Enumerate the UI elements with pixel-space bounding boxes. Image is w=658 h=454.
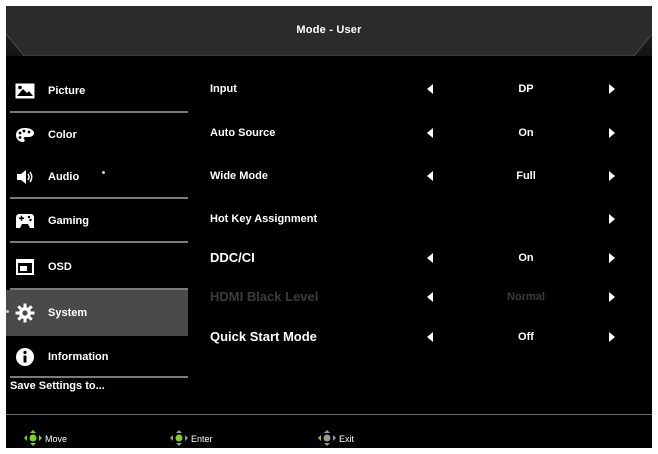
footer-move-label: Move (45, 434, 68, 444)
menu-value: DP (518, 83, 534, 95)
menu-label: Auto Source (210, 127, 276, 139)
footer-exit-label: Exit (339, 434, 355, 444)
arrow-right-icon[interactable] (609, 332, 615, 342)
sidebar-divider (10, 111, 188, 113)
sidebar-divider (10, 241, 188, 243)
arrow-right-icon[interactable] (609, 214, 615, 224)
menu-row-quick-start-mode[interactable]: Quick Start Mode Off (6, 327, 652, 347)
arrow-left-icon[interactable] (427, 128, 433, 138)
sidebar-item-label: Information (48, 351, 109, 363)
info-icon (14, 347, 36, 367)
cursor-dot (102, 171, 105, 174)
arrow-right-icon[interactable] (609, 84, 615, 94)
footer-enter-hint: Enter (170, 430, 213, 448)
arrow-right-icon[interactable] (609, 253, 615, 263)
arrow-left-icon[interactable] (427, 84, 433, 94)
footer-exit-hint: Exit (318, 430, 354, 448)
menu-value: On (518, 127, 534, 139)
footer-move-hint: Move (24, 430, 67, 448)
sidebar-item-label: System (48, 307, 88, 319)
menu-row-auto-source[interactable]: Auto Source On (6, 123, 652, 143)
osd-menu: Mode - User Picture Color Audio Gaming O… (6, 6, 652, 448)
arrow-right-icon (609, 292, 615, 302)
menu-value: Normal (507, 291, 545, 303)
menu-row-ddc-ci[interactable]: DDC/CI On (6, 248, 652, 268)
menu-row-input[interactable]: Input DP (6, 79, 652, 99)
menu-label: Hot Key Assignment (210, 213, 318, 225)
footer-divider (6, 414, 652, 415)
menu-row-wide-mode[interactable]: Wide Mode Full (6, 166, 652, 186)
arrow-left-icon[interactable] (427, 253, 433, 263)
arrow-right-icon[interactable] (609, 171, 615, 181)
dpad-exit-icon (318, 430, 336, 448)
menu-label: Input (210, 83, 237, 95)
menu-label: Wide Mode (210, 170, 268, 182)
title-bar: Mode - User (6, 6, 652, 56)
menu-value: On (518, 252, 534, 264)
menu-label: HDMI Black Level (210, 289, 319, 304)
arrow-right-icon[interactable] (609, 128, 615, 138)
menu-value: Off (518, 331, 534, 343)
menu-label: Quick Start Mode (210, 329, 317, 344)
save-settings-item[interactable]: Save Settings to... (10, 380, 105, 392)
dpad-enter-icon (170, 430, 188, 448)
page-title: Mode - User (296, 24, 362, 36)
menu-value: Full (516, 170, 536, 182)
arrow-left-icon (427, 292, 433, 302)
menu-row-hot-key-assignment[interactable]: Hot Key Assignment (6, 209, 652, 229)
sidebar-divider (10, 197, 188, 199)
arrow-left-icon[interactable] (427, 171, 433, 181)
menu-row-hdmi-black-level: HDMI Black Level Normal (6, 287, 652, 307)
sidebar-divider (10, 376, 188, 378)
cursor-dot (6, 310, 9, 313)
arrow-left-icon[interactable] (427, 332, 433, 342)
dpad-move-icon (24, 430, 42, 448)
menu-label: DDC/CI (210, 250, 255, 265)
footer-enter-label: Enter (191, 434, 213, 444)
